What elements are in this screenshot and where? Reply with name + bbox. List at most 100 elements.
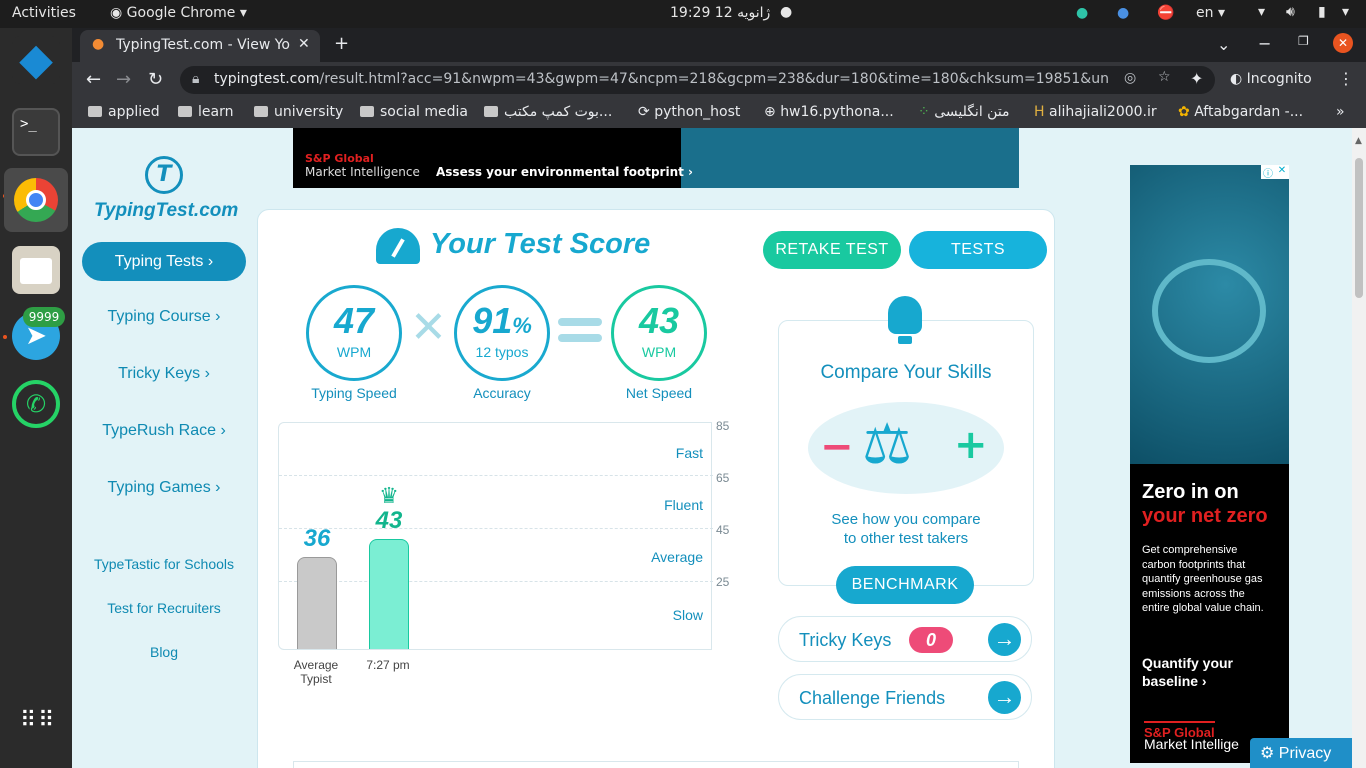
close-window-button[interactable]: ✕	[1333, 33, 1353, 53]
retake-test-button[interactable]: RETAKE TEST	[763, 231, 901, 269]
address-bar[interactable]: 🔒︎ typingtest.com/result.html?acc=91&nwp…	[180, 66, 1215, 94]
challenge-friends-row[interactable]: Challenge Friends →	[778, 674, 1032, 720]
wifi-icon[interactable]: ▾	[1258, 4, 1265, 20]
typing-speed-unit: WPM	[336, 344, 372, 360]
y-tick: 65	[716, 471, 730, 485]
nav-typing-games[interactable]: Typing Games ›	[82, 479, 246, 497]
incognito-indicator[interactable]: ◐ Incognito	[1222, 66, 1320, 94]
bookmarks-bar: applied learn university social media بو…	[72, 98, 1366, 128]
bookmark-item[interactable]: ⁘ متن انگلیسی	[918, 104, 1010, 120]
bookmark-item[interactable]: ⟳ python_host	[638, 104, 740, 120]
tricky-keys-count: 0	[909, 627, 953, 653]
arrow-right-icon[interactable]: →	[988, 623, 1021, 656]
bookmark-star-icon[interactable]: ☆	[1158, 69, 1171, 85]
new-tab-button[interactable]: +	[334, 33, 349, 54]
zone-label: Fast	[675, 445, 703, 461]
chevron-right-icon: ›	[207, 253, 214, 270]
nav-typerush-race[interactable]: TypeRush Race ›	[82, 422, 246, 440]
link-recruiters[interactable]: Test for Recruiters	[82, 600, 246, 616]
dock: ◆ >_ ➤ 9999 ✆ ⠿⠿	[0, 28, 72, 768]
x-label: 7:27 pm	[366, 658, 410, 672]
nav-label: Typing Course	[107, 308, 211, 325]
app-grid-icon[interactable]: ⠿⠿	[20, 710, 54, 748]
bookmark-item[interactable]: learn	[178, 104, 233, 120]
link-typetastic[interactable]: TypeTastic for Schools	[82, 556, 246, 572]
tab-search-icon[interactable]: ⌄	[1217, 35, 1230, 54]
bookmark-item[interactable]: social media	[360, 104, 468, 120]
chevron-right-icon: ›	[215, 479, 221, 496]
privacy-button[interactable]: ⚙ Privacy	[1250, 738, 1352, 768]
link-blog[interactable]: Blog	[82, 644, 246, 660]
more-bookmarks-icon[interactable]: »	[1336, 104, 1345, 120]
tracking-blocked-icon[interactable]: ◎	[1124, 70, 1136, 86]
ad-headline: Zero in on	[1142, 481, 1239, 503]
tab-bar: ● TypingTest.com - View Yo ✕ + ⌄ − ❐ ✕	[72, 28, 1366, 62]
chrome-dock-icon[interactable]	[14, 178, 58, 222]
site-logo[interactable]: TypingTest.com	[94, 200, 238, 222]
activities-button[interactable]: Activities	[12, 5, 76, 21]
scrollbar-thumb[interactable]	[1355, 158, 1363, 298]
volume-icon[interactable]: 🔊︎	[1286, 4, 1295, 20]
files-icon[interactable]	[12, 246, 60, 294]
nav-label: Typing Games	[107, 479, 211, 496]
vscode-icon[interactable]: ◆	[12, 36, 60, 84]
browser-menu-icon[interactable]: ⋮	[1338, 69, 1354, 88]
top-banner-ad[interactable]: S&P Global Market Intelligence Assess yo…	[293, 128, 1019, 188]
incognito-icon: ◐	[1230, 71, 1243, 87]
url-text: typingtest.com/result.html?acc=91&nwpm=4…	[214, 71, 1110, 87]
scroll-up-icon[interactable]: ▲	[1355, 136, 1362, 146]
typing-speed-label: Typing Speed	[311, 385, 397, 401]
folder-icon	[178, 106, 192, 117]
benchmark-button[interactable]: BENCHMARK	[836, 566, 974, 604]
net-speed-label: Net Speed	[625, 385, 693, 401]
minimize-button[interactable]: −	[1258, 34, 1271, 53]
language-label: en	[1196, 5, 1214, 21]
nav-typing-course[interactable]: Typing Course ›	[82, 308, 246, 326]
zone-label: Fluent	[664, 497, 703, 513]
arrow-right-icon[interactable]: →	[988, 681, 1021, 714]
gear-icon: ⚙	[1260, 745, 1275, 762]
browser-tab[interactable]: ● TypingTest.com - View Yo ✕	[80, 30, 320, 62]
tricky-keys-row[interactable]: Tricky Keys 0 →	[778, 616, 1032, 662]
maximize-button[interactable]: ❐	[1298, 34, 1309, 48]
tests-button[interactable]: TESTS	[909, 231, 1047, 269]
privacy-label: Privacy	[1278, 745, 1332, 762]
bar-value-label: 43	[375, 507, 403, 535]
logo-icon[interactable]: T	[145, 156, 183, 194]
ad-close-icon[interactable]: ✕	[1275, 165, 1289, 179]
tray-chrome-icon[interactable]: ●	[1117, 5, 1129, 21]
system-menu-icon[interactable]: ▾	[1342, 4, 1349, 20]
bookmark-item[interactable]: ⊕ hw16.pythona...	[764, 104, 894, 120]
battery-icon[interactable]: ▮	[1318, 4, 1326, 20]
side-ad[interactable]: ⓘ ✕ Zero in on your net zero Get compreh…	[1130, 165, 1289, 763]
language-indicator[interactable]: en ▾	[1196, 5, 1225, 21]
bookmark-item[interactable]: ✿ Aftabgardan -...	[1178, 104, 1303, 120]
compare-desc: See how you compare	[831, 511, 981, 528]
bookmark-item[interactable]: H alihajiali2000.ir	[1034, 104, 1157, 120]
forward-icon[interactable]: →	[116, 69, 131, 90]
tray-app-icon[interactable]: ●	[1076, 5, 1088, 21]
favicon-icon: ●	[92, 36, 105, 52]
bookmark-item[interactable]: بوت کمپ مکتب...	[484, 104, 612, 120]
bookmark-item[interactable]: university	[254, 104, 343, 120]
nav-typing-tests[interactable]: Typing Tests ›	[82, 242, 246, 281]
ad-info-icon[interactable]: ⓘ	[1261, 165, 1275, 180]
nav-tricky-keys[interactable]: Tricky Keys ›	[82, 365, 246, 383]
grid-line	[279, 581, 713, 582]
close-tab-icon[interactable]: ✕	[298, 36, 310, 52]
scrollbar[interactable]: ▲	[1352, 128, 1366, 768]
whatsapp-icon[interactable]: ✆	[12, 380, 60, 428]
notification-dot-icon: ●	[780, 4, 793, 20]
bookmark-item[interactable]: applied	[88, 104, 160, 120]
extensions-icon[interactable]: ✦	[1190, 69, 1203, 88]
system-top-bar: Activities ◉ Google Chrome ▾ 19:29 ژانوی…	[0, 0, 1366, 28]
bar-value-label: 36	[303, 525, 331, 553]
ad-brand-sub: Market Intelligence	[305, 165, 420, 179]
net-speed-unit: WPM	[641, 344, 677, 360]
dnd-icon[interactable]: ⛔	[1157, 5, 1174, 21]
terminal-icon[interactable]: >_	[12, 108, 60, 156]
app-menu[interactable]: ◉ Google Chrome ▾	[110, 5, 247, 21]
clock[interactable]: 19:29 ژانویه 12	[670, 5, 770, 21]
back-icon[interactable]: ←	[86, 69, 101, 90]
reload-icon[interactable]: ↻	[148, 69, 163, 90]
